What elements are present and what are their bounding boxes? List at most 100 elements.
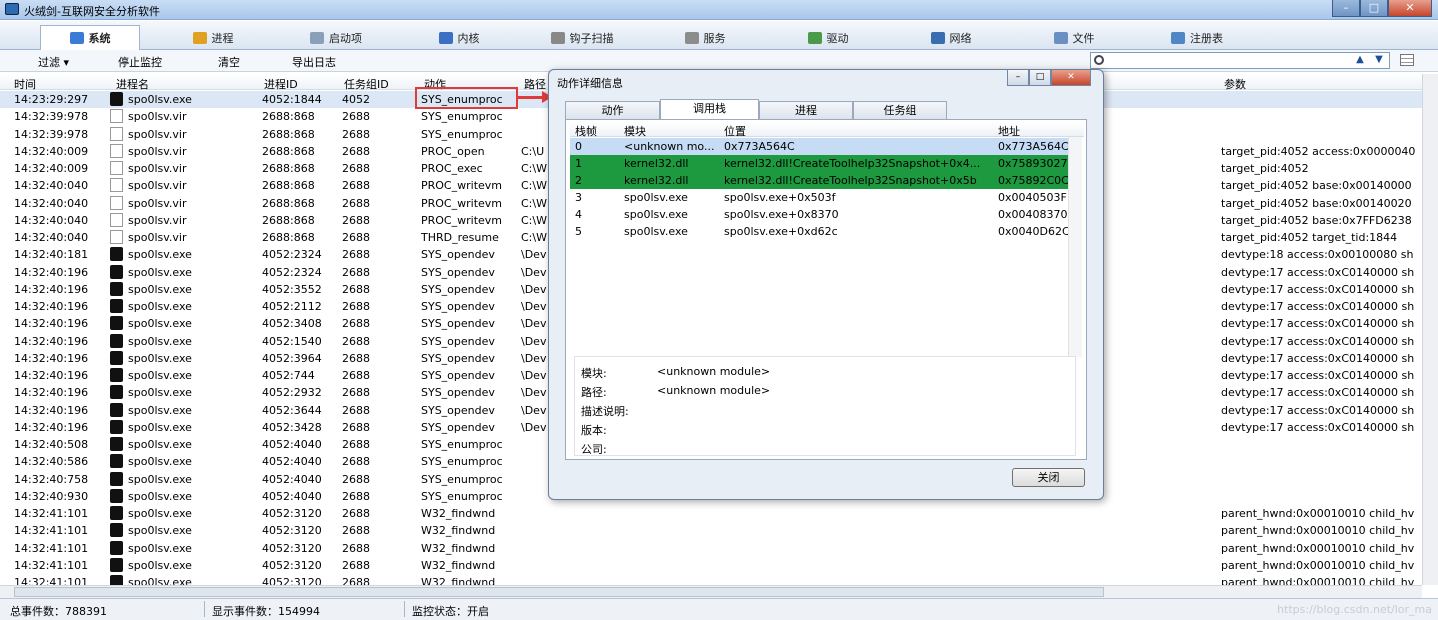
scroll-thumb[interactable] [14, 587, 1104, 597]
col-group[interactable]: 任务组ID [344, 76, 389, 92]
stack-frame-row[interactable]: 0 <unknown mo... 0x773A564C 0x773A564C [570, 138, 1070, 155]
stack-frame-row[interactable]: 1 kernel32.dll kernel32.dll!CreateToolhelp… [570, 155, 1070, 172]
exe-file-icon [110, 419, 123, 434]
dialog-tab-action[interactable]: 动作 [565, 101, 660, 119]
cell-proc: spo0lsv.exe [128, 507, 192, 520]
col-module[interactable]: 模块 [624, 123, 646, 139]
dialog-close-button[interactable]: 关闭 [1012, 468, 1085, 487]
callstack-scrollbar[interactable] [1068, 137, 1082, 357]
cell-path: C:\W [521, 162, 547, 175]
tab-startup[interactable]: 启动项 [286, 25, 386, 50]
exe-file-icon [110, 316, 123, 331]
minimize-button[interactable]: – [1332, 0, 1360, 17]
table-row[interactable]: 14:32:41:101 spo0lsv.exe 4052:3120 2688 W32_… [0, 574, 1422, 585]
cell-action: SYS_enumproc [421, 472, 503, 486]
table-row[interactable]: 14:32:41:101 spo0lsv.exe 4052:3120 2688 W32_… [0, 540, 1422, 557]
col-process[interactable]: 进程名 [116, 76, 149, 92]
cell-action: SYS_opendev [421, 369, 495, 382]
clear-button[interactable]: 清空 [218, 54, 240, 70]
col-location[interactable]: 位置 [724, 123, 746, 139]
tab-file[interactable]: 文件 [1024, 25, 1124, 50]
dialog-tab-process[interactable]: 进程 [759, 101, 853, 119]
file-icon [110, 161, 123, 175]
search-input[interactable] [1090, 52, 1390, 69]
col-path[interactable]: 路径 [524, 76, 546, 92]
tab-service[interactable]: 服务 [655, 25, 755, 50]
cell-action: PROC_open [421, 144, 485, 158]
cell-time: 14:32:40:930 [14, 489, 89, 503]
exe-file-icon [110, 299, 123, 313]
table-row[interactable]: 14:32:41:101 spo0lsv.exe 4052:3120 2688 W32_… [0, 522, 1422, 539]
cell-proc: spo0lsv.exe [128, 248, 192, 262]
maximize-button[interactable]: □ [1360, 0, 1388, 17]
cell-params: parent_hwnd:0x00010010 child_hv [1221, 507, 1415, 520]
tab-process[interactable]: 进程 [163, 25, 263, 50]
tab-label: 系统 [88, 32, 111, 45]
stack-frame-row[interactable]: 4 spo0lsv.exe spo0lsv.exe+0x8370 0x00408370 [570, 206, 1070, 223]
horizontal-scrollbar[interactable] [0, 585, 1422, 598]
cell-pid: 4052:4040 [262, 489, 322, 503]
stop-monitor-button[interactable]: 停止监控 [118, 54, 162, 70]
cell-proc: spo0lsv.vir [128, 196, 187, 210]
tab-registry[interactable]: 注册表 [1147, 25, 1247, 50]
tab-hook[interactable]: 钩子扫描 [532, 25, 632, 50]
frame-location: spo0lsv.exe+0x8370 [724, 208, 839, 221]
system-icon [69, 32, 84, 44]
cell-group: 2688 [342, 351, 370, 365]
cell-time: 14:23:29:297 [14, 93, 89, 106]
tab-driver[interactable]: 驱动 [778, 25, 878, 50]
stack-frame-row[interactable]: 3 spo0lsv.exe spo0lsv.exe+0x503f 0x0040503F [570, 189, 1070, 206]
column-settings-icon[interactable] [1400, 54, 1414, 66]
export-log-button[interactable]: 导出日志 [292, 54, 336, 70]
dialog-maximize-button[interactable]: □ [1029, 70, 1051, 86]
chevron-down-icon[interactable]: ▼ [1371, 52, 1387, 68]
cell-action: W32_findwnd [421, 576, 496, 585]
dialog-close-icon[interactable]: ✕ [1051, 70, 1091, 86]
tab-network[interactable]: 网络 [901, 25, 1001, 50]
cell-params: devtype:17 access:0xC0140000 sh [1221, 369, 1415, 382]
col-params[interactable]: 参数 [1224, 76, 1246, 92]
table-row[interactable]: 14:32:41:101 spo0lsv.exe 4052:3120 2688 W32_… [0, 557, 1422, 574]
cell-action: SYS_enumproc [421, 455, 503, 469]
stack-frame-row[interactable]: 2 kernel32.dll kernel32.dll!CreateToolhelp… [570, 172, 1070, 189]
frame-address: 0x75893027 [998, 157, 1068, 170]
cell-params: devtype:17 access:0xC0140000 sh [1221, 386, 1415, 400]
cell-pid: 2688:868 [262, 231, 315, 244]
dialog-tab-taskgroup[interactable]: 任务组 [853, 101, 947, 119]
cell-proc: spo0lsv.vir [128, 162, 187, 175]
col-address[interactable]: 地址 [998, 123, 1020, 139]
tab-system[interactable]: 系统 [40, 25, 140, 50]
col-time[interactable]: 时间 [14, 76, 36, 92]
table-row[interactable]: 14:32:41:101 spo0lsv.exe 4052:3120 2688 W32_… [0, 505, 1422, 522]
cell-proc: spo0lsv.exe [128, 369, 192, 382]
exe-file-icon [110, 281, 123, 296]
cell-group: 2688 [342, 334, 370, 348]
file-icon [110, 195, 123, 210]
cell-path: \Dev [521, 386, 547, 400]
stack-frame-row[interactable]: 5 spo0lsv.exe spo0lsv.exe+0xd62c 0x0040D62C [570, 223, 1070, 240]
cell-time: 14:32:40:040 [14, 213, 89, 227]
filter-button[interactable]: 过滤 ▾ [38, 54, 69, 70]
close-window-button[interactable]: ✕ [1388, 0, 1432, 17]
cell-time: 14:32:41:101 [14, 558, 89, 572]
col-frame[interactable]: 栈帧 [575, 123, 597, 139]
chevron-up-icon[interactable]: ▲ [1352, 52, 1368, 68]
col-pid[interactable]: 进程ID [264, 76, 298, 92]
cell-proc: spo0lsv.vir [128, 144, 187, 158]
cell-action: SYS_opendev [421, 317, 495, 331]
vertical-scrollbar[interactable] [1422, 74, 1438, 585]
tab-kernel[interactable]: 内核 [409, 25, 509, 50]
cell-proc: spo0lsv.vir [128, 179, 187, 193]
cell-action: SYS_opendev [421, 420, 495, 434]
dialog-tab-callstack[interactable]: 调用栈 [660, 99, 759, 119]
dialog-minimize-button[interactable]: – [1007, 70, 1029, 86]
cell-group: 2688 [342, 507, 370, 520]
cell-pid: 2688:868 [262, 110, 315, 124]
cell-pid: 4052:4040 [262, 438, 322, 451]
frame-module: spo0lsv.exe [624, 191, 688, 204]
cell-group: 2688 [342, 144, 370, 158]
cell-action: SYS_opendev [421, 386, 495, 400]
cell-pid: 4052:3552 [262, 282, 322, 296]
cell-path: \Dev [521, 248, 547, 262]
file-icon [110, 109, 123, 124]
